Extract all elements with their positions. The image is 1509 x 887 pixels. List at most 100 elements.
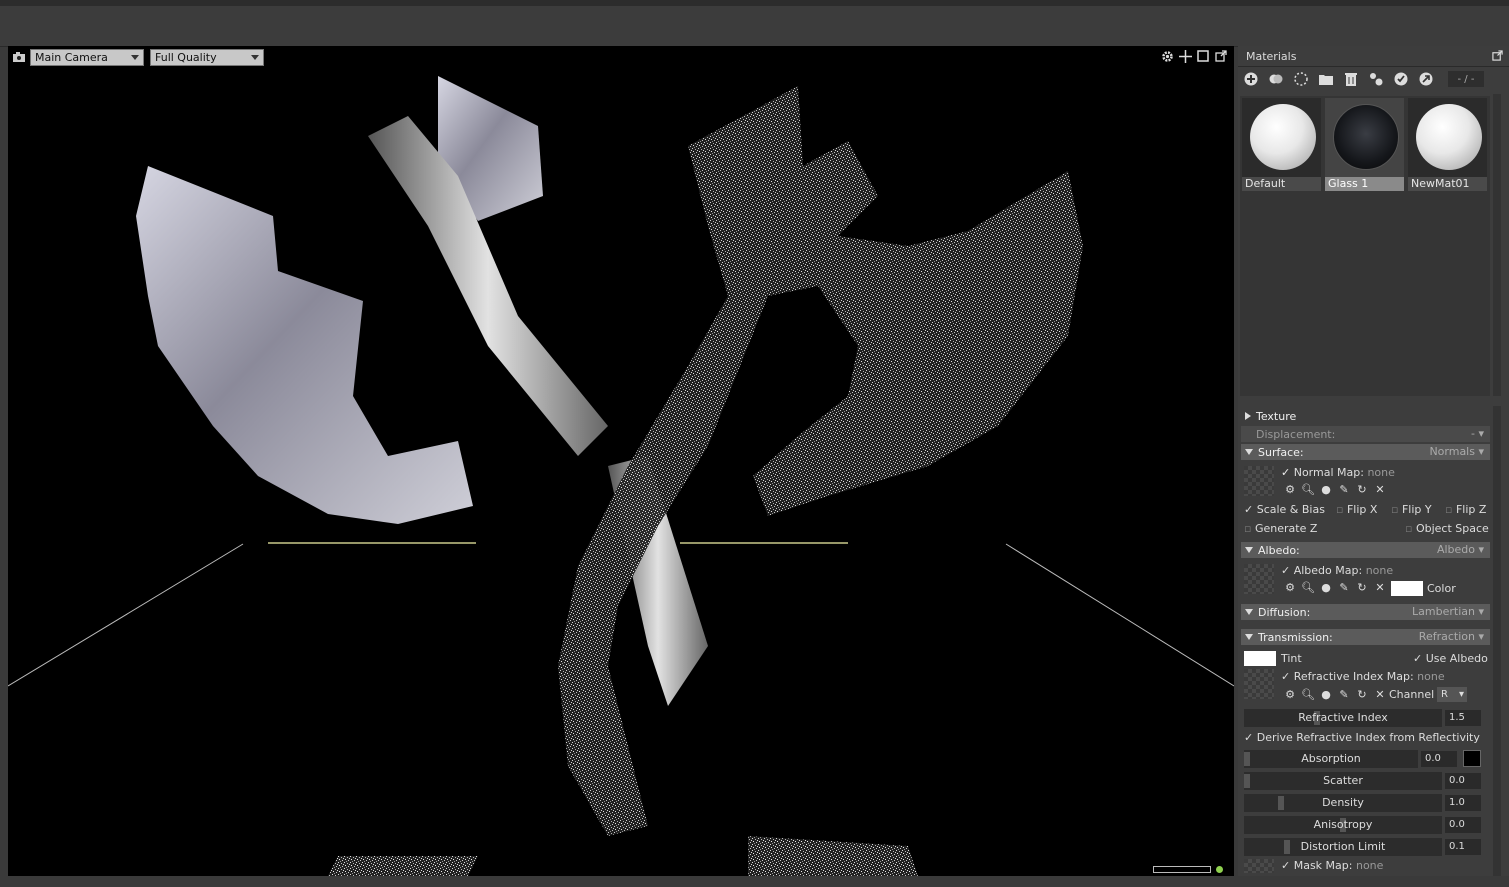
add-icon[interactable] bbox=[1242, 70, 1260, 88]
mask-map-value: none bbox=[1355, 859, 1384, 872]
material-counter[interactable]: - / - bbox=[1448, 71, 1484, 87]
pencil-icon[interactable]: ✎ bbox=[1337, 482, 1351, 496]
albedo-map-value: none bbox=[1365, 564, 1394, 577]
dropper-icon[interactable]: ● bbox=[1319, 580, 1333, 594]
pencil-icon[interactable]: ✎ bbox=[1337, 687, 1351, 701]
density-value[interactable]: 1.0 bbox=[1445, 795, 1481, 811]
checker-icon[interactable] bbox=[1292, 70, 1310, 88]
refractive-map-row[interactable]: ✓ Refractive Index Map: none bbox=[1281, 670, 1445, 683]
scatter-value[interactable]: 0.0 bbox=[1445, 773, 1481, 789]
tint-color-swatch[interactable] bbox=[1244, 651, 1276, 666]
materials-panel: Materials - / - Default Glass 1 NewMat01 bbox=[1238, 46, 1509, 876]
distortion-limit-slider[interactable]: Distortion Limit bbox=[1244, 838, 1442, 856]
section-displacement[interactable]: Displacement: - ▾ bbox=[1241, 426, 1490, 442]
anisotropy-slider[interactable]: Anisotropy bbox=[1244, 816, 1442, 834]
folder-icon[interactable] bbox=[1317, 70, 1335, 88]
absorption-slider[interactable]: Absorption bbox=[1244, 750, 1418, 768]
chevron-down-icon bbox=[1245, 547, 1253, 553]
section-diffusion[interactable]: Diffusion: Lambertian ▾ bbox=[1241, 604, 1490, 620]
reload-icon[interactable]: ↻ bbox=[1355, 482, 1369, 496]
channel-select[interactable]: R ▾ bbox=[1437, 687, 1467, 702]
absorption-color-swatch[interactable] bbox=[1463, 750, 1481, 767]
reload-icon[interactable]: ↻ bbox=[1355, 580, 1369, 594]
frame-icon[interactable] bbox=[1196, 49, 1210, 63]
popout-icon[interactable] bbox=[1492, 50, 1503, 64]
refractive-index-slider[interactable]: Refractive Index bbox=[1244, 709, 1442, 727]
properties-scrollbar[interactable] bbox=[1493, 406, 1501, 876]
close-icon[interactable]: ✕ bbox=[1373, 482, 1387, 496]
search-icon[interactable]: 🔍︎ bbox=[1301, 687, 1315, 701]
apply-icon[interactable] bbox=[1392, 70, 1410, 88]
refractive-map-slot[interactable] bbox=[1244, 669, 1274, 699]
flip-x-checkbox[interactable]: ▫ Flip X bbox=[1336, 503, 1377, 516]
popout-icon[interactable] bbox=[1214, 49, 1228, 63]
dropper-icon[interactable]: ● bbox=[1319, 687, 1333, 701]
move-icon[interactable] bbox=[1178, 49, 1192, 63]
material-thumb-default[interactable]: Default bbox=[1242, 98, 1321, 191]
share-icon[interactable] bbox=[1367, 70, 1385, 88]
refractive-index-value[interactable]: 1.5 bbox=[1445, 710, 1481, 726]
albedo-mode[interactable]: Albedo ▾ bbox=[1437, 543, 1484, 556]
surface-mode[interactable]: Normals ▾ bbox=[1429, 445, 1484, 458]
materials-panel-header: Materials bbox=[1238, 46, 1509, 67]
albedo-color-swatch[interactable] bbox=[1391, 581, 1423, 596]
camera-icon[interactable] bbox=[12, 51, 26, 63]
normal-map-slot[interactable] bbox=[1244, 466, 1274, 496]
panel-title: Materials bbox=[1246, 49, 1297, 63]
distortion-limit-value[interactable]: 0.1 bbox=[1445, 839, 1481, 855]
dropper-icon[interactable]: ● bbox=[1319, 482, 1333, 496]
normal-map-row[interactable]: ✓ Normal Map: none bbox=[1281, 466, 1395, 479]
trash-icon[interactable] bbox=[1342, 70, 1360, 88]
mask-map-row[interactable]: ✓ Mask Map: none bbox=[1281, 859, 1383, 872]
render-viewport[interactable]: Main Camera Full Quality bbox=[8, 46, 1234, 876]
scatter-slider[interactable]: Scatter bbox=[1244, 772, 1442, 790]
use-albedo-checkbox[interactable]: ✓ Use Albedo bbox=[1413, 652, 1488, 665]
scene-render[interactable] bbox=[8, 46, 1234, 876]
object-space-label: Object Space bbox=[1415, 522, 1489, 535]
derive-refractive-checkbox[interactable]: ✓ Derive Refractive Index from Reflectiv… bbox=[1244, 731, 1480, 744]
close-icon[interactable]: ✕ bbox=[1373, 687, 1387, 701]
displacement-mode[interactable]: - ▾ bbox=[1471, 427, 1484, 440]
material-grid: Default Glass 1 NewMat01 bbox=[1240, 96, 1490, 396]
reload-icon[interactable]: ↻ bbox=[1355, 687, 1369, 701]
viewport-tools bbox=[1160, 49, 1228, 63]
albedo-map-row[interactable]: ✓ Albedo Map: none bbox=[1281, 564, 1393, 577]
tint-label: Tint bbox=[1281, 652, 1302, 665]
gear-icon[interactable]: ⚙ bbox=[1283, 482, 1297, 496]
diffusion-mode[interactable]: Lambertian ▾ bbox=[1412, 605, 1484, 618]
check-icon: ✓ bbox=[1281, 466, 1291, 479]
pencil-icon[interactable]: ✎ bbox=[1337, 580, 1351, 594]
material-grid-scrollbar[interactable] bbox=[1493, 94, 1501, 396]
object-space-checkbox[interactable]: ▫ Object Space bbox=[1405, 522, 1489, 535]
section-transmission[interactable]: Transmission: Refraction ▾ bbox=[1241, 629, 1490, 645]
scale-bias-checkbox[interactable]: ✓ Scale & Bias bbox=[1244, 503, 1325, 516]
close-icon[interactable]: ✕ bbox=[1373, 580, 1387, 594]
gear-icon[interactable]: ⚙ bbox=[1283, 580, 1297, 594]
mask-map-slot[interactable] bbox=[1244, 859, 1274, 873]
section-albedo[interactable]: Albedo: Albedo ▾ bbox=[1241, 542, 1490, 558]
quality-select[interactable]: Full Quality bbox=[150, 48, 264, 66]
absorption-value[interactable]: 0.0 bbox=[1421, 751, 1457, 767]
gear-icon[interactable]: ⚙ bbox=[1283, 687, 1297, 701]
density-slider[interactable]: Density bbox=[1244, 794, 1442, 812]
transmission-mode[interactable]: Refraction ▾ bbox=[1419, 630, 1484, 643]
albedo-map-slot[interactable] bbox=[1244, 564, 1274, 594]
settings-icon[interactable] bbox=[1160, 49, 1174, 63]
material-thumb-newmat[interactable]: NewMat01 bbox=[1408, 98, 1487, 191]
surface-body: ✓ Normal Map: none ⚙ 🔍︎ ● ✎ ↻ ✕ ✓ Scale … bbox=[1241, 462, 1490, 542]
section-texture[interactable]: Texture bbox=[1241, 408, 1490, 424]
camera-select[interactable]: Main Camera bbox=[30, 48, 144, 66]
anisotropy-label: Anisotropy bbox=[1313, 818, 1373, 831]
render-progress-bar bbox=[1153, 866, 1211, 873]
material-thumb-glass[interactable]: Glass 1 bbox=[1325, 98, 1404, 191]
section-label: Diffusion: bbox=[1258, 605, 1311, 619]
reset-icon[interactable] bbox=[1417, 70, 1435, 88]
search-icon[interactable]: 🔍︎ bbox=[1301, 482, 1315, 496]
generate-z-checkbox[interactable]: ▫ Generate Z bbox=[1244, 522, 1317, 535]
anisotropy-value[interactable]: 0.0 bbox=[1445, 817, 1481, 833]
flip-z-checkbox[interactable]: ▫ Flip Z bbox=[1445, 503, 1486, 516]
section-surface[interactable]: Surface: Normals ▾ bbox=[1241, 444, 1490, 460]
duplicate-icon[interactable] bbox=[1267, 70, 1285, 88]
search-icon[interactable]: 🔍︎ bbox=[1301, 580, 1315, 594]
flip-y-checkbox[interactable]: ▫ Flip Y bbox=[1391, 503, 1432, 516]
